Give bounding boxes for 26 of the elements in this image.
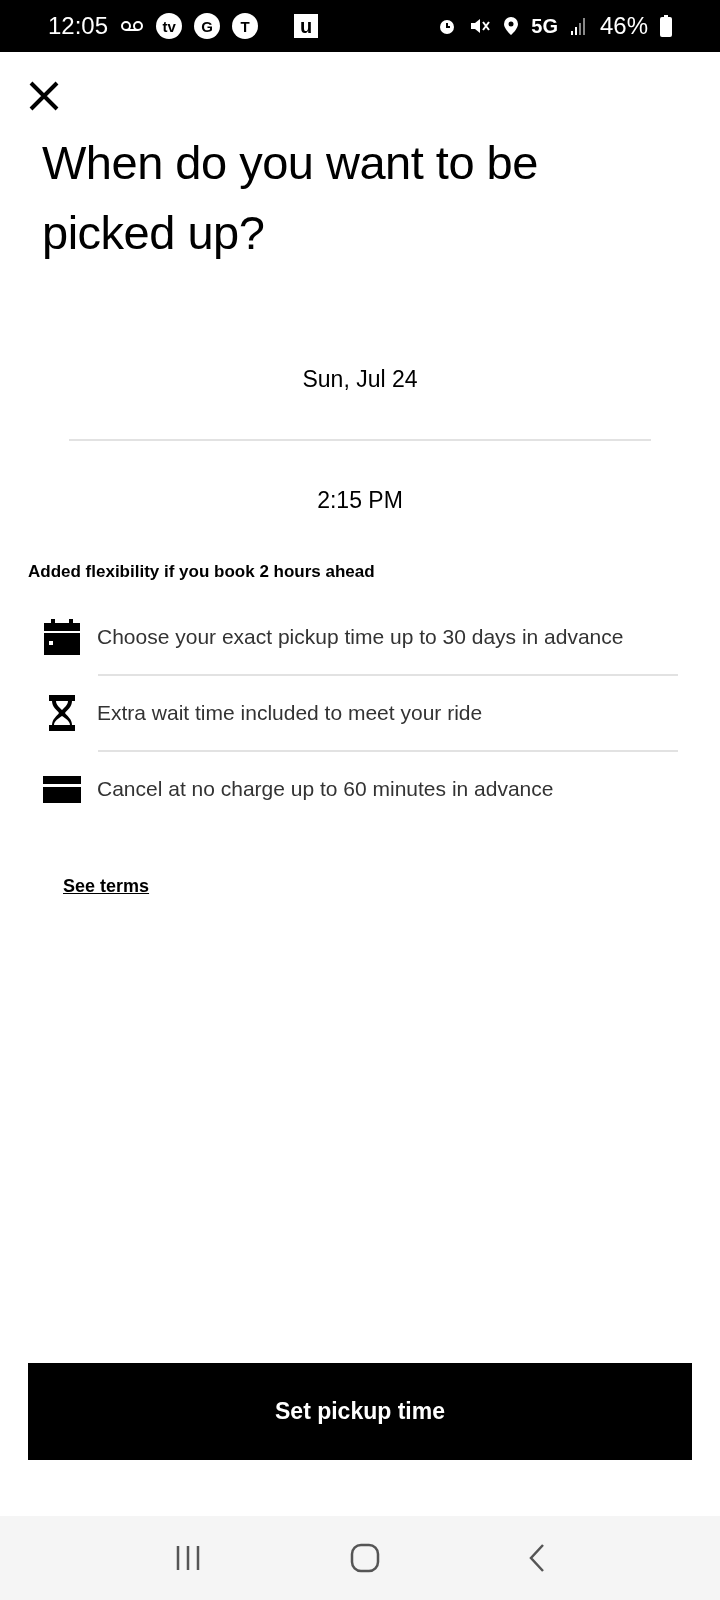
date-option[interactable]: Sun, Jul 24	[302, 362, 418, 397]
close-icon	[28, 80, 60, 112]
signal-icon	[569, 16, 588, 36]
battery-icon	[660, 15, 672, 37]
notification-badge: u	[294, 14, 319, 38]
recent-apps-icon[interactable]	[174, 1545, 202, 1571]
voicemail-icon	[120, 20, 145, 32]
network-label: 5G	[531, 14, 558, 39]
terms-link[interactable]: See terms	[63, 872, 150, 900]
time-option[interactable]: 2:15 PM	[317, 482, 403, 517]
benefit-text: Cancel at no charge up to 60 minutes in advance	[97, 775, 554, 802]
mute-icon	[469, 16, 492, 36]
battery-percent: 46%	[599, 11, 648, 41]
notification-badge: T	[232, 13, 259, 39]
calendar-icon	[42, 616, 82, 657]
notification-badge: G	[194, 13, 221, 39]
page-title: When do you want to be picked up?	[42, 135, 539, 261]
section-heading: Added flexibility if you book 2 hours ahead	[28, 561, 376, 583]
set-pickup-time-button[interactable]: Set pickup time	[28, 1363, 692, 1460]
location-icon	[503, 16, 520, 36]
back-icon[interactable]	[528, 1543, 546, 1573]
home-icon[interactable]	[350, 1543, 380, 1573]
benefit-text: Choose your exact pickup time up to 30 days in advance	[97, 623, 624, 650]
benefit-text: Extra wait time included to meet your ride	[97, 699, 483, 726]
clock: 12:05	[48, 11, 109, 41]
notification-badge: tv	[156, 13, 183, 39]
